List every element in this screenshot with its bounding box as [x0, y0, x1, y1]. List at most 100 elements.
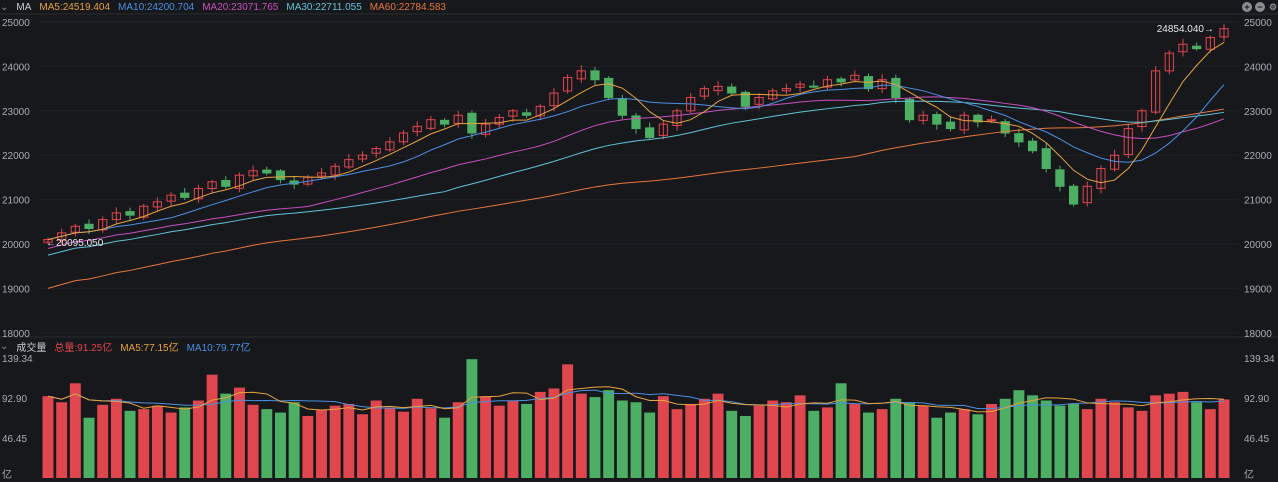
volume-bar — [316, 409, 327, 478]
volume-tick-right: 139.34 — [1244, 354, 1275, 365]
volume-bar — [343, 403, 355, 478]
volume-bar — [794, 395, 806, 478]
y-tick-left: 21000 — [2, 196, 30, 207]
y-tick-right: 22000 — [1244, 151, 1272, 162]
volume-bar — [575, 393, 587, 478]
y-tick-right: 24000 — [1244, 62, 1272, 73]
candle — [617, 98, 627, 116]
volume-bar — [151, 405, 163, 478]
volume-bar — [261, 409, 273, 478]
volume-bar — [138, 409, 150, 478]
volume-bar — [1068, 403, 1080, 478]
volume-bar — [206, 374, 218, 478]
volume-bar — [753, 405, 765, 478]
y-tick-right: 23000 — [1244, 107, 1272, 118]
candle — [84, 223, 94, 229]
volume-bar — [357, 414, 368, 478]
candle — [1192, 45, 1202, 50]
candle — [645, 127, 655, 138]
volume-bar — [124, 410, 136, 478]
y-tick-left: 25000 — [2, 18, 30, 29]
volume-bar — [945, 412, 956, 478]
candle — [590, 70, 600, 81]
candle — [439, 119, 450, 125]
volume-bar — [329, 405, 341, 478]
volume-tick-left: 139.34 — [2, 354, 33, 365]
volume-bar — [835, 383, 847, 478]
candle — [986, 119, 997, 122]
volume-bar — [739, 416, 751, 478]
volume-bar — [493, 405, 505, 478]
candle — [125, 211, 135, 216]
volume-bar — [972, 414, 984, 478]
y-tick-left: 23000 — [2, 107, 30, 118]
volume-bar — [165, 412, 177, 478]
candle — [836, 78, 846, 83]
volume-bar — [56, 402, 68, 478]
volume-bar — [562, 364, 574, 478]
y-tick-right: 25000 — [1244, 18, 1272, 29]
candle — [1068, 185, 1079, 205]
y-tick-left: 22000 — [2, 151, 30, 162]
volume-bar — [548, 388, 560, 478]
volume-bar — [192, 400, 204, 478]
candle — [891, 77, 901, 98]
volume-bar — [507, 400, 519, 478]
volume-bar — [1191, 402, 1203, 478]
volume-bar — [849, 403, 861, 478]
y-tick-right: 19000 — [1244, 284, 1272, 295]
volume-bar — [1040, 400, 1052, 478]
volume-bar — [247, 404, 259, 478]
volume-bar — [657, 396, 669, 478]
volume-bar — [958, 409, 970, 478]
volume-bar — [986, 403, 998, 478]
volume-bar — [712, 393, 724, 478]
volume-bar — [521, 403, 533, 478]
volume-bar — [452, 402, 464, 478]
candle — [1041, 148, 1051, 170]
volume-bar — [233, 387, 245, 478]
volume-bar — [630, 402, 642, 478]
y-tick-left: 19000 — [2, 284, 30, 295]
volume-bar — [398, 411, 410, 478]
volume-bar — [384, 407, 396, 478]
volume-bar — [589, 397, 601, 478]
volume-bar — [904, 402, 915, 478]
volume-bar — [1177, 391, 1189, 478]
volume-bar — [274, 412, 286, 478]
candle — [275, 170, 286, 181]
y-tick-right: 18000 — [1244, 329, 1272, 340]
volume-bar — [1150, 395, 1162, 478]
volume-tick-left: 亿 — [2, 468, 12, 481]
y-tick-right: 21000 — [1244, 196, 1272, 207]
volume-bar — [876, 409, 888, 478]
volume-bar — [69, 383, 81, 478]
volume-bar — [370, 400, 382, 478]
volume-bar — [1081, 409, 1093, 478]
volume-bar — [603, 390, 615, 478]
volume-bar — [42, 396, 54, 478]
volume-bar — [411, 398, 423, 478]
volume-bar — [1054, 405, 1066, 478]
volume-bar — [1095, 398, 1107, 478]
min-price-label: ←20095.050 — [46, 238, 104, 249]
volume-bar — [616, 400, 628, 478]
volume-bar — [821, 407, 833, 478]
candle — [180, 192, 190, 198]
volume-tick-right: 46.45 — [1244, 434, 1269, 445]
y-tick-left: 24000 — [2, 62, 30, 73]
volume-bar — [671, 409, 683, 478]
volume-bar — [890, 398, 902, 478]
candle — [727, 86, 737, 94]
volume-bar — [466, 359, 478, 478]
volume-bar — [1204, 409, 1216, 478]
volume-bar — [480, 396, 492, 478]
chart-canvas[interactable]: 25000 25000 24000 24000 23000 23000 22000 22000… — [0, 0, 1278, 482]
candle — [945, 121, 956, 130]
candle — [1014, 133, 1024, 143]
volume-tick-right: 92.90 — [1244, 394, 1269, 405]
candle — [1027, 140, 1038, 152]
volume-bar — [97, 404, 109, 478]
candle — [932, 114, 942, 125]
candle — [262, 169, 272, 174]
